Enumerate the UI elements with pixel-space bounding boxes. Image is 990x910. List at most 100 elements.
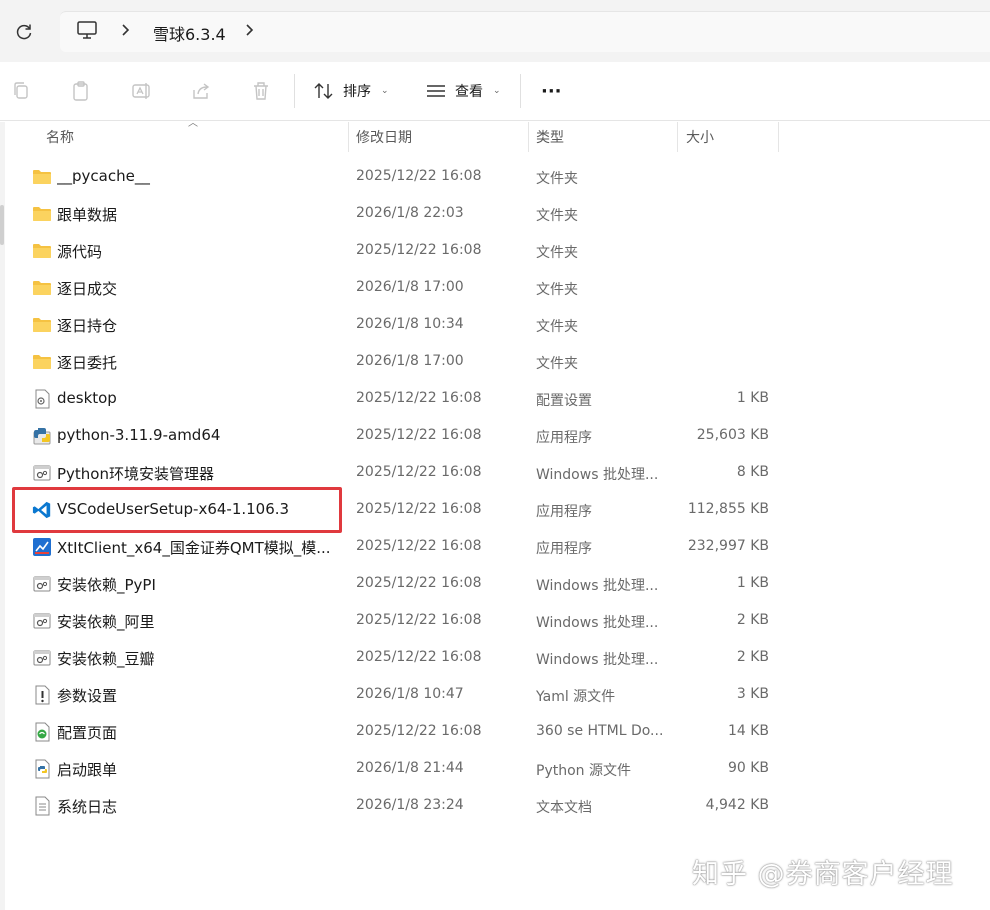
- file-name: 安装依赖_PyPI: [57, 576, 156, 594]
- folder-icon: [32, 167, 52, 187]
- breadcrumb-chevron-icon[interactable]: [244, 22, 256, 42]
- file-type: 应用程序: [536, 504, 592, 520]
- share-icon[interactable]: [188, 78, 214, 104]
- file-name: 安装依赖_豆瓣: [57, 650, 155, 668]
- file-name: 安装依赖_阿里: [57, 613, 155, 631]
- file-row[interactable]: 启动跟单 2026/1/8 21:44 Python 源文件 90 KB: [0, 750, 990, 787]
- file-type: Windows 批处理...: [536, 652, 659, 668]
- file-modified-date: 2025/12/22 16:08: [356, 649, 482, 665]
- file-row[interactable]: 配置页面 2025/12/22 16:08 360 se HTML Do... 14 …: [0, 713, 990, 750]
- file-modified-date: 2026/1/8 10:34: [356, 316, 464, 332]
- file-type: 文件夹: [536, 356, 578, 372]
- file-type: 文件夹: [536, 282, 578, 298]
- text-file-icon: [32, 796, 52, 816]
- file-modified-date: 2026/1/8 21:44: [356, 760, 464, 776]
- file-row[interactable]: Python环境安装管理器 2025/12/22 16:08 Windows 批处理…: [0, 454, 990, 491]
- folder-icon: [32, 352, 52, 372]
- breadcrumb-item[interactable]: 雪球6.3.4: [153, 21, 226, 45]
- file-type: 文本文档: [536, 800, 592, 816]
- file-name: XtItClient_x64_国金证券QMT模拟_模...: [57, 539, 331, 557]
- file-modified-date: 2025/12/22 16:08: [356, 723, 482, 739]
- file-row[interactable]: desktop 2025/12/22 16:08 配置设置 1 KB: [0, 380, 990, 417]
- file-name: 配置页面: [57, 724, 118, 742]
- view-icon: [427, 85, 445, 97]
- rename-icon[interactable]: [128, 78, 154, 104]
- file-row[interactable]: __pycache__ 2025/12/22 16:08 文件夹: [0, 158, 990, 195]
- file-type: 配置设置: [536, 393, 592, 409]
- column-header-size[interactable]: 大小: [686, 122, 714, 152]
- file-modified-date: 2025/12/22 16:08: [356, 575, 482, 591]
- delete-icon[interactable]: [248, 78, 274, 104]
- file-type: Windows 批处理...: [536, 467, 659, 483]
- highlight-annotation: [12, 487, 342, 533]
- file-modified-date: 2025/12/22 16:08: [356, 168, 482, 184]
- file-row[interactable]: 安装依赖_PyPI 2025/12/22 16:08 Windows 批处理... 1…: [0, 565, 990, 602]
- chevron-down-icon: ⌄: [493, 86, 501, 96]
- batch-file-icon: [32, 611, 52, 631]
- more-options-button[interactable]: ···: [541, 78, 562, 104]
- column-header-date[interactable]: 修改日期: [356, 122, 412, 152]
- file-type: Yaml 源文件: [536, 689, 616, 705]
- file-row[interactable]: 源代码 2025/12/22 16:08 文件夹: [0, 232, 990, 269]
- file-type: 360 se HTML Do...: [536, 723, 664, 739]
- column-header-name[interactable]: 名称: [46, 122, 74, 152]
- file-row[interactable]: 跟单数据 2026/1/8 22:03 文件夹: [0, 195, 990, 232]
- file-row[interactable]: XtItClient_x64_国金证券QMT模拟_模... 2025/12/22 …: [0, 528, 990, 565]
- file-name: 启动跟单: [57, 761, 118, 779]
- file-size: 1 KB: [736, 390, 769, 406]
- file-type: Windows 批处理...: [536, 578, 659, 594]
- folder-icon: [32, 241, 52, 261]
- sort-button[interactable]: 排序 ⌄: [313, 78, 389, 104]
- column-divider[interactable]: [348, 122, 349, 152]
- file-modified-date: 2026/1/8 17:00: [356, 353, 464, 369]
- file-modified-date: 2025/12/22 16:08: [356, 538, 482, 554]
- file-name: desktop: [57, 389, 117, 407]
- file-type: 应用程序: [536, 541, 592, 557]
- file-size: 90 KB: [727, 760, 769, 776]
- batch-file-icon: [32, 463, 52, 483]
- file-modified-date: 2026/1/8 23:24: [356, 797, 464, 813]
- paste-icon[interactable]: [68, 78, 94, 104]
- file-type: 文件夹: [536, 319, 578, 335]
- file-modified-date: 2025/12/22 16:08: [356, 501, 482, 517]
- this-pc-icon[interactable]: [76, 20, 98, 44]
- file-row[interactable]: 参数设置 2026/1/8 10:47 Yaml 源文件 3 KB: [0, 676, 990, 713]
- copy-icon[interactable]: [8, 78, 34, 104]
- python-file-icon: [32, 759, 52, 779]
- file-modified-date: 2026/1/8 22:03: [356, 205, 464, 221]
- file-row[interactable]: 安装依赖_阿里 2025/12/22 16:08 Windows 批处理... 2 K…: [0, 602, 990, 639]
- file-row[interactable]: 系统日志 2026/1/8 23:24 文本文档 4,942 KB: [0, 787, 990, 824]
- file-name: 系统日志: [57, 798, 118, 816]
- refresh-button[interactable]: [10, 18, 38, 46]
- column-divider[interactable]: [677, 122, 678, 152]
- file-type: 应用程序: [536, 430, 592, 446]
- file-row[interactable]: python-3.11.9-amd64 2025/12/22 16:08 应用程序 2…: [0, 417, 990, 454]
- file-name: __pycache__: [57, 167, 150, 185]
- file-row[interactable]: 逐日持仓 2026/1/8 10:34 文件夹: [0, 306, 990, 343]
- file-size: 4,942 KB: [705, 797, 769, 813]
- view-button[interactable]: 查看 ⌄: [425, 78, 501, 104]
- file-name: python-3.11.9-amd64: [57, 426, 221, 444]
- file-name: Python环境安装管理器: [57, 465, 214, 483]
- column-divider[interactable]: [528, 122, 529, 152]
- column-divider[interactable]: [778, 122, 779, 152]
- batch-file-icon: [32, 574, 52, 594]
- file-row[interactable]: 逐日成交 2026/1/8 17:00 文件夹: [0, 269, 990, 306]
- file-size: 1 KB: [736, 575, 769, 591]
- address-bar-area: 雪球6.3.4: [0, 0, 990, 62]
- breadcrumb-chevron-icon[interactable]: [120, 22, 132, 42]
- file-name: 参数设置: [57, 687, 118, 705]
- yaml-file-icon: [32, 685, 52, 705]
- python-installer-icon: [32, 426, 52, 446]
- file-modified-date: 2025/12/22 16:08: [356, 612, 482, 628]
- file-size: 2 KB: [736, 649, 769, 665]
- config-file-icon: [32, 389, 52, 409]
- file-size: 112,855 KB: [687, 501, 769, 517]
- file-row[interactable]: 安装依赖_豆瓣 2025/12/22 16:08 Windows 批处理... 2 K…: [0, 639, 990, 676]
- file-name: 逐日持仓: [57, 317, 118, 335]
- view-label: 查看: [455, 84, 483, 100]
- file-size: 8 KB: [736, 464, 769, 480]
- file-size: 232,997 KB: [687, 538, 769, 554]
- file-row[interactable]: 逐日委托 2026/1/8 17:00 文件夹: [0, 343, 990, 380]
- column-header-type[interactable]: 类型: [536, 122, 564, 152]
